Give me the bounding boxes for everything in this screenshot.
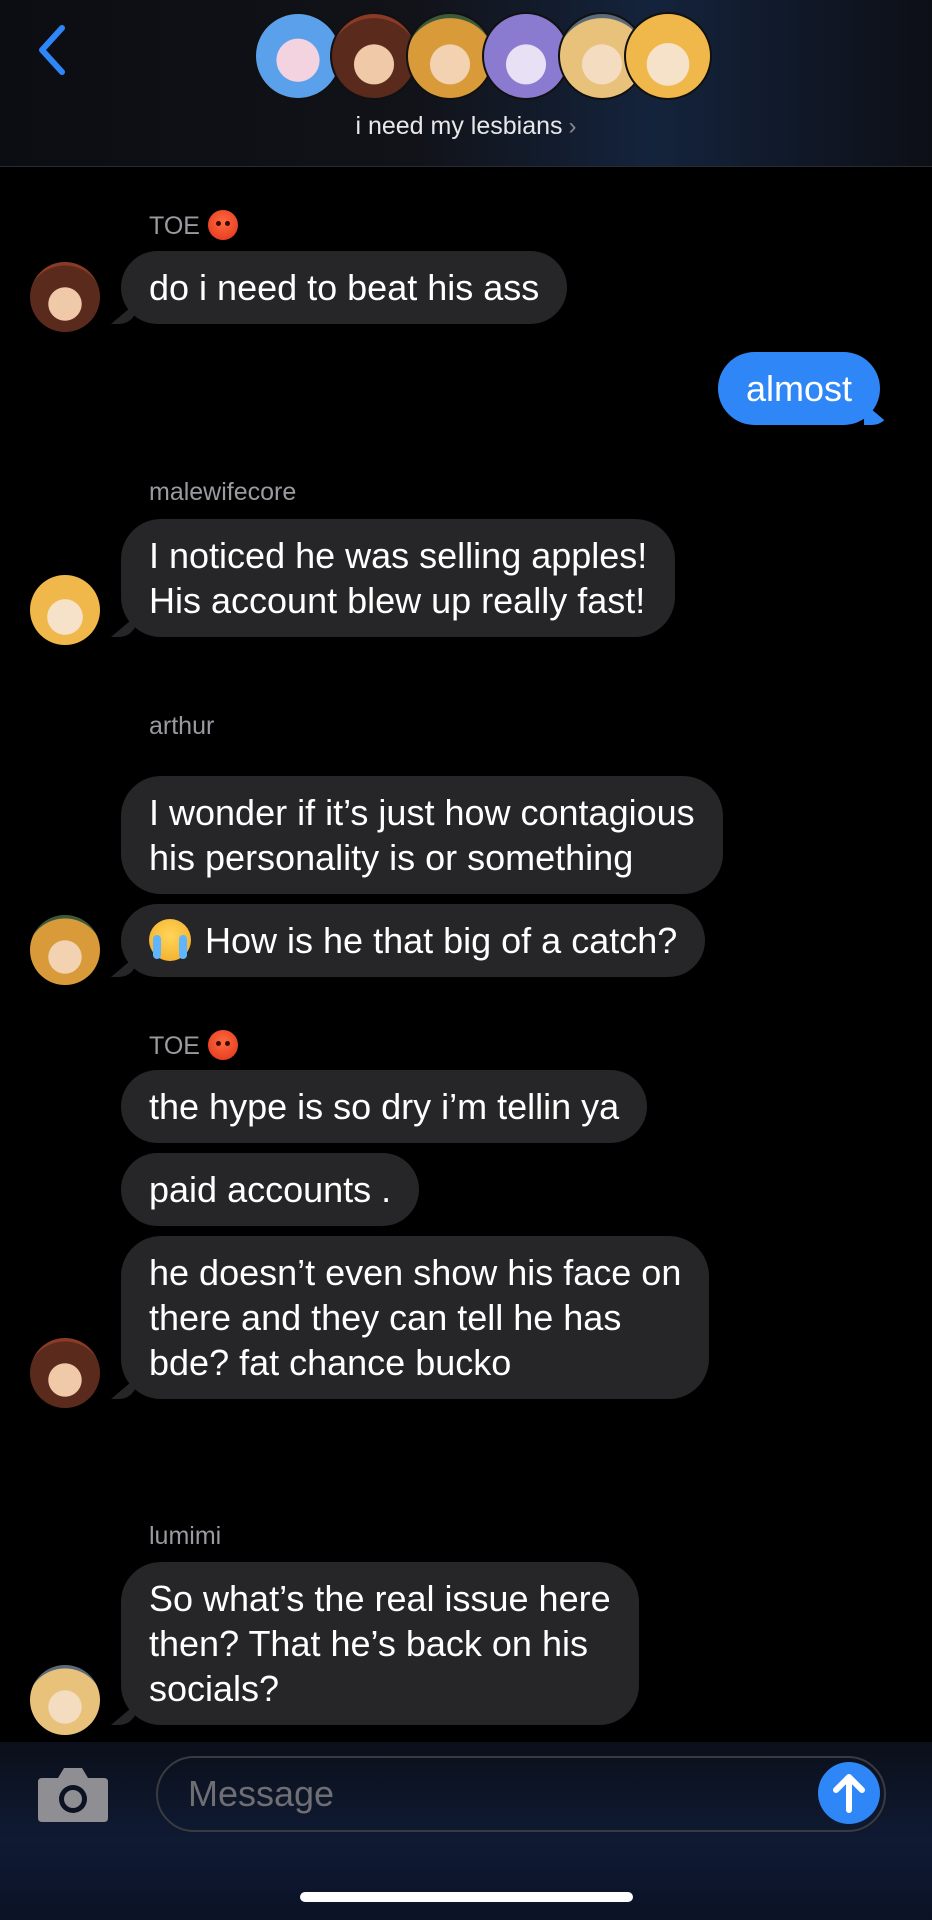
- send-button[interactable]: [818, 1762, 880, 1824]
- my-message-bubble[interactable]: almost: [718, 352, 881, 425]
- group-avatars[interactable]: [254, 12, 712, 104]
- message-input[interactable]: [156, 1756, 886, 1832]
- chevron-right-icon: ›: [568, 113, 577, 140]
- message-bubble[interactable]: do i need to beat his ass: [121, 251, 568, 324]
- avatar[interactable]: [30, 1338, 100, 1408]
- camera-icon: [38, 1768, 108, 1822]
- sender-name: TOE: [149, 1030, 238, 1061]
- message-bubble[interactable]: paid accounts .: [121, 1153, 420, 1226]
- avatar[interactable]: [30, 915, 100, 985]
- group-avatar: [624, 12, 712, 100]
- avatar[interactable]: [30, 575, 100, 645]
- sender-name: lumimi: [149, 1522, 222, 1550]
- sender-name: arthur: [149, 712, 215, 740]
- sender-name: TOE: [149, 210, 238, 241]
- back-button[interactable]: [28, 20, 76, 80]
- sender-name: malewifecore: [149, 478, 297, 506]
- group-name: i need my lesbians: [355, 112, 563, 140]
- group-title-row[interactable]: i need my lesbians ›: [0, 112, 932, 141]
- message-bubble[interactable]: the hype is so dry i’m tellin ya: [121, 1070, 648, 1143]
- group-avatar: [482, 12, 570, 100]
- angry-face-icon: [207, 210, 238, 240]
- home-indicator[interactable]: [300, 1892, 633, 1902]
- message-bubble[interactable]: How is he that big of a catch?: [121, 904, 706, 977]
- avatar[interactable]: [30, 262, 100, 332]
- group-avatar: [330, 12, 418, 100]
- avatar[interactable]: [30, 1665, 100, 1735]
- angry-face-icon: [207, 1030, 238, 1060]
- message-bubble[interactable]: So what’s the real issue here then? That…: [121, 1562, 639, 1725]
- group-avatar: [406, 12, 494, 100]
- chevron-left-icon: [39, 25, 65, 75]
- message-bubble[interactable]: I noticed he was selling apples! His acc…: [121, 519, 676, 637]
- group-avatar: [254, 12, 342, 100]
- camera-button[interactable]: [36, 1764, 110, 1824]
- arrow-up-icon: [833, 1774, 865, 1813]
- conversation-header: i need my lesbians ›: [0, 0, 932, 167]
- loudly-crying-face-icon: [149, 919, 191, 961]
- message-bubble[interactable]: I wonder if it’s just how contagious his…: [121, 776, 723, 894]
- message-bubble[interactable]: he doesn’t even show his face on there a…: [121, 1236, 710, 1399]
